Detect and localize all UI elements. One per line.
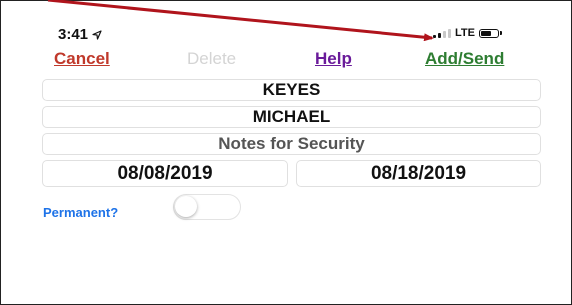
delete-button[interactable]: Delete (187, 49, 236, 69)
start-date-field[interactable]: 08/08/2019 (42, 160, 288, 187)
last-name-field[interactable]: KEYES (42, 79, 541, 101)
location-arrow-icon (92, 29, 102, 40)
notes-field[interactable]: Notes for Security (42, 133, 541, 155)
battery-icon (478, 28, 499, 38)
cancel-button[interactable]: Cancel (54, 49, 110, 69)
status-time-text: 3:41 (58, 26, 89, 43)
first-name-field[interactable]: MICHAEL (42, 106, 541, 128)
status-time: 3:41 (58, 26, 102, 43)
network-type: LTE (455, 27, 475, 39)
battery-cap (499, 31, 502, 35)
status-indicators: LTE (433, 27, 502, 39)
end-date-field[interactable]: 08/18/2019 (296, 160, 541, 187)
toggle-knob[interactable] (175, 196, 197, 217)
add-send-button[interactable]: Add/Send (425, 49, 504, 69)
permanent-toggle[interactable] (173, 194, 241, 220)
phone-screen: 3:41 LTE Cancel Delete Help Add/Send KEY… (0, 0, 572, 305)
help-button[interactable]: Help (315, 49, 352, 69)
cell-signal-icon (433, 28, 451, 38)
permanent-label: Permanent? (43, 205, 119, 220)
